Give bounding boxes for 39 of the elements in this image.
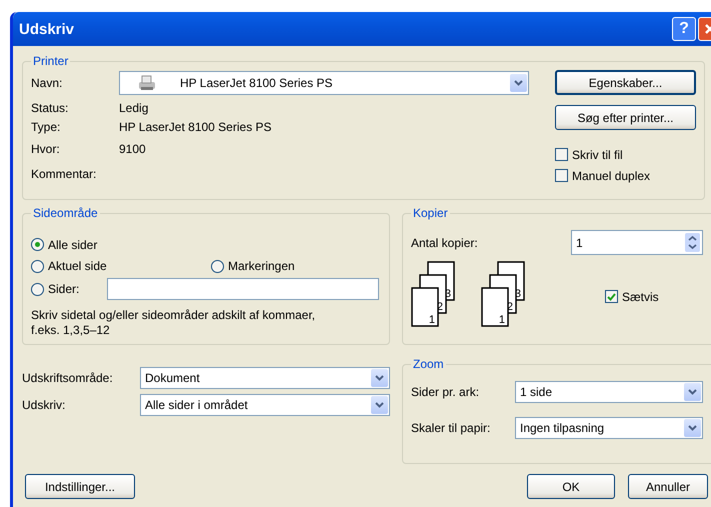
field-label: Kommentar: bbox=[31, 167, 98, 181]
field-label: Udskriftsområde: bbox=[22, 371, 114, 385]
help-button[interactable]: ? bbox=[672, 17, 696, 41]
dropdown[interactable]: Dokument bbox=[140, 367, 390, 389]
copies-spinner[interactable]: 1 bbox=[571, 230, 703, 255]
checkbox-label: Manuel duplex bbox=[572, 168, 650, 182]
dropdown[interactable]: Ingen tilpasning bbox=[515, 417, 703, 439]
field-value: Ledig bbox=[119, 100, 148, 114]
field-label: Type: bbox=[31, 120, 62, 134]
printer-dropdown[interactable]: HP LaserJet 8100 Series PS bbox=[119, 71, 529, 95]
group-label: Sideområde bbox=[32, 206, 99, 220]
field-label: Antal kopier: bbox=[411, 236, 479, 250]
dropdown[interactable]: Alle sider i området bbox=[140, 394, 390, 416]
settings-button[interactable]: Indstillinger... bbox=[25, 474, 135, 499]
field-value: HP LaserJet 8100 Series PS bbox=[119, 120, 272, 134]
ok-button[interactable]: OK bbox=[527, 474, 615, 499]
radio-label: Aktuel side bbox=[48, 259, 107, 274]
field-label: Sider pr. ark: bbox=[411, 385, 480, 399]
field-label: Hvor: bbox=[31, 142, 61, 156]
checkbox-label: Skriv til fil bbox=[572, 148, 623, 162]
field-label: Navn: bbox=[31, 76, 64, 90]
field-value: 1 bbox=[576, 236, 584, 250]
field-value: 9100 bbox=[119, 142, 146, 156]
group-label: Zoom bbox=[412, 357, 445, 371]
field-label: Status: bbox=[31, 100, 70, 114]
dropdown[interactable]: 1 side bbox=[515, 381, 703, 403]
group-label: Printer bbox=[32, 54, 70, 68]
radio-label: Sider: bbox=[48, 282, 80, 296]
properties-button[interactable]: Egenskaber... bbox=[555, 70, 696, 95]
checkbox-label: Sætvis bbox=[622, 290, 659, 304]
hint-text: Skriv sidetal og/eller sideområder adskilt af kommaer, f.eks. 1,3,5–12 bbox=[31, 308, 316, 338]
window-title: Udskriv bbox=[19, 20, 76, 38]
radio-label: Markeringen bbox=[228, 259, 295, 274]
find-printer-button[interactable]: Søg efter printer... bbox=[555, 105, 696, 130]
field-label: Skaler til papir: bbox=[411, 421, 492, 435]
group-label: Kopier bbox=[412, 206, 449, 220]
radio-label: Alle sider bbox=[48, 238, 98, 252]
field-label: Udskriv: bbox=[22, 398, 66, 412]
cancel-button[interactable]: Annuller bbox=[628, 474, 708, 499]
